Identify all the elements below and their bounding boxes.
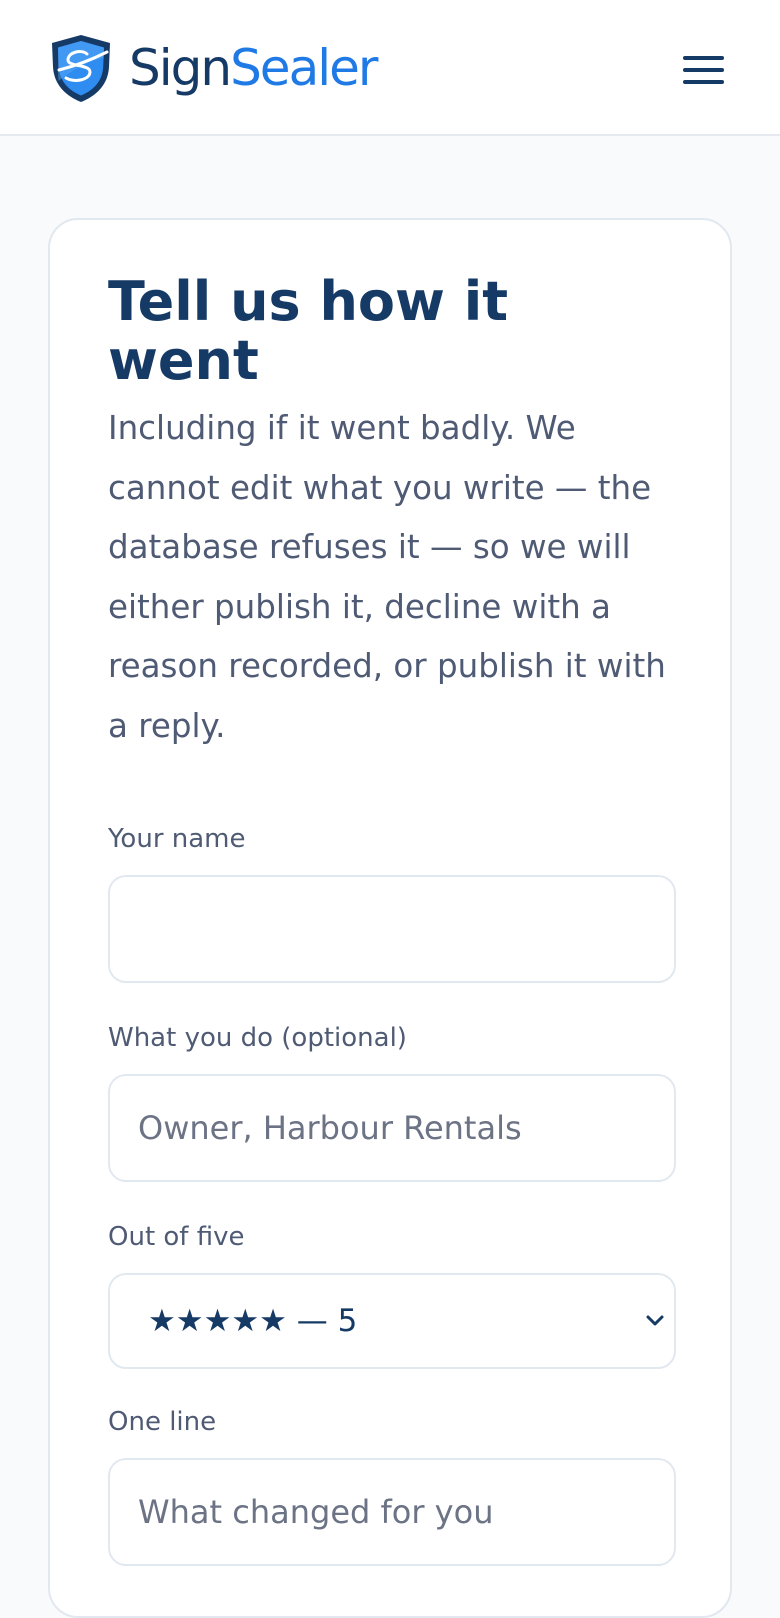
- headline-label: One line: [108, 1407, 217, 1437]
- site-header: SignSealer: [0, 0, 780, 136]
- review-form-card: Tell us how it went Including if it went…: [48, 218, 732, 1618]
- rating-select-value: ★★★★★ — 5: [148, 1303, 358, 1339]
- role-input[interactable]: [108, 1074, 676, 1182]
- chevron-down-icon: [646, 1315, 664, 1326]
- headline-input[interactable]: [108, 1458, 676, 1566]
- name-input[interactable]: [108, 875, 676, 983]
- name-label: Your name: [108, 824, 246, 854]
- brand-name-sign: Sign: [129, 39, 232, 97]
- brand-logo[interactable]: SignSealer: [47, 33, 378, 103]
- shield-signature-icon: [52, 35, 110, 102]
- rating-label: Out of five: [108, 1222, 245, 1252]
- role-label: What you do (optional): [108, 1023, 407, 1053]
- rating-select[interactable]: ★★★★★ — 5: [108, 1273, 676, 1369]
- brand-name-sealer: Sealer: [230, 39, 378, 97]
- page-title: Tell us how it went: [108, 270, 509, 392]
- menu-button[interactable]: [678, 50, 730, 90]
- brand-name: SignSealer: [129, 33, 378, 103]
- form-intro: Including if it went badly. We cannot ed…: [108, 409, 666, 745]
